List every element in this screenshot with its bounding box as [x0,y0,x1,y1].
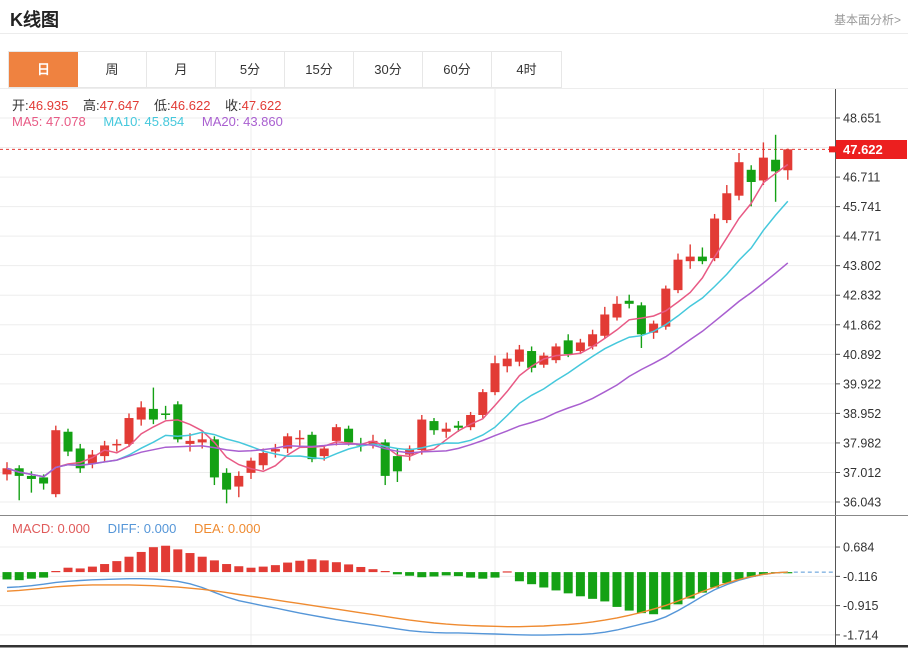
svg-text:48.651: 48.651 [843,112,881,126]
period-tab-0[interactable]: 日 [9,52,78,87]
macd-histogram [2,545,793,615]
header-divider [0,33,908,34]
ma-readout: MA5: 47.078 MA10: 45.854 MA20: 43.860 [12,114,297,129]
svg-text:38.952: 38.952 [843,407,881,421]
svg-text:36.043: 36.043 [843,496,881,510]
period-tab-5[interactable]: 30分 [354,52,423,87]
period-tab-6[interactable]: 60分 [423,52,492,87]
price-marker [829,146,836,153]
period-tab-1[interactable]: 周 [78,52,147,87]
open-value: 46.935 [28,98,69,113]
bottom-border [0,645,908,648]
main-candlestick-chart[interactable]: 48.651 46.711 45.741 44.771 43.802 42.832 41.8… [0,89,908,516]
macd-value: MACD: 0.000 [12,521,91,536]
ma10-value: MA10: 45.854 [103,114,185,129]
ohlc-readout: 开:46.935 高:47.647 低:46.622 收:47.622 [12,95,292,114]
dea-line [6,571,788,628]
kline-app: K线图 基本面分析> 日周月 5分 15分 30分 60分 4时 48.651 46.711… [0,0,908,649]
svg-text:-0.915: -0.915 [843,599,878,613]
period-tab-4[interactable]: 15分 [285,52,354,87]
ma20-value: MA20: 43.860 [201,114,283,129]
svg-text:46.711: 46.711 [843,171,880,185]
low-value: 46.622 [170,98,211,113]
macd-readout: MACD: 0.000 DIFF: 0.000 DEA: 0.000 [12,521,274,536]
svg-text:40.892: 40.892 [843,348,881,362]
svg-text:45.741: 45.741 [843,200,881,214]
fundamental-analysis-link[interactable]: 基本面分析> [834,11,901,28]
svg-text:39.922: 39.922 [843,377,881,391]
svg-text:0.684: 0.684 [843,541,874,555]
current-price-badge: 47.622 [836,140,907,159]
period-tab-2[interactable]: 月 [147,52,216,87]
svg-text:44.771: 44.771 [843,230,881,244]
ma5-value: MA5: 47.078 [12,114,86,129]
period-tab-7[interactable]: 4时 [492,52,561,87]
svg-text:43.802: 43.802 [843,259,881,273]
macd-y-axis: 0.684 -0.116 -0.915 -1.714 [835,516,878,645]
dea-value: DEA: 0.000 [193,521,261,536]
svg-text:41.862: 41.862 [843,318,881,332]
period-tabbar: 日周月 5分 15分 30分 60分 4时 [8,51,562,88]
svg-text:37.012: 37.012 [843,466,881,480]
open-label: 开: [12,98,29,113]
high-value: 47.647 [99,98,140,113]
svg-text:-0.116: -0.116 [843,570,878,584]
diff-value: DIFF: 0.000 [107,521,177,536]
close-label: 收: [225,98,242,113]
svg-text:37.982: 37.982 [843,436,881,450]
svg-text:-1.714: -1.714 [843,628,878,642]
close-value: 47.622 [241,98,282,113]
period-tab-3[interactable]: 5分 [216,52,285,87]
svg-text:42.832: 42.832 [843,289,881,303]
page-title: K线图 [10,10,59,30]
low-label: 低: [154,98,171,113]
high-label: 高: [83,98,100,113]
ma10-line [6,200,789,478]
